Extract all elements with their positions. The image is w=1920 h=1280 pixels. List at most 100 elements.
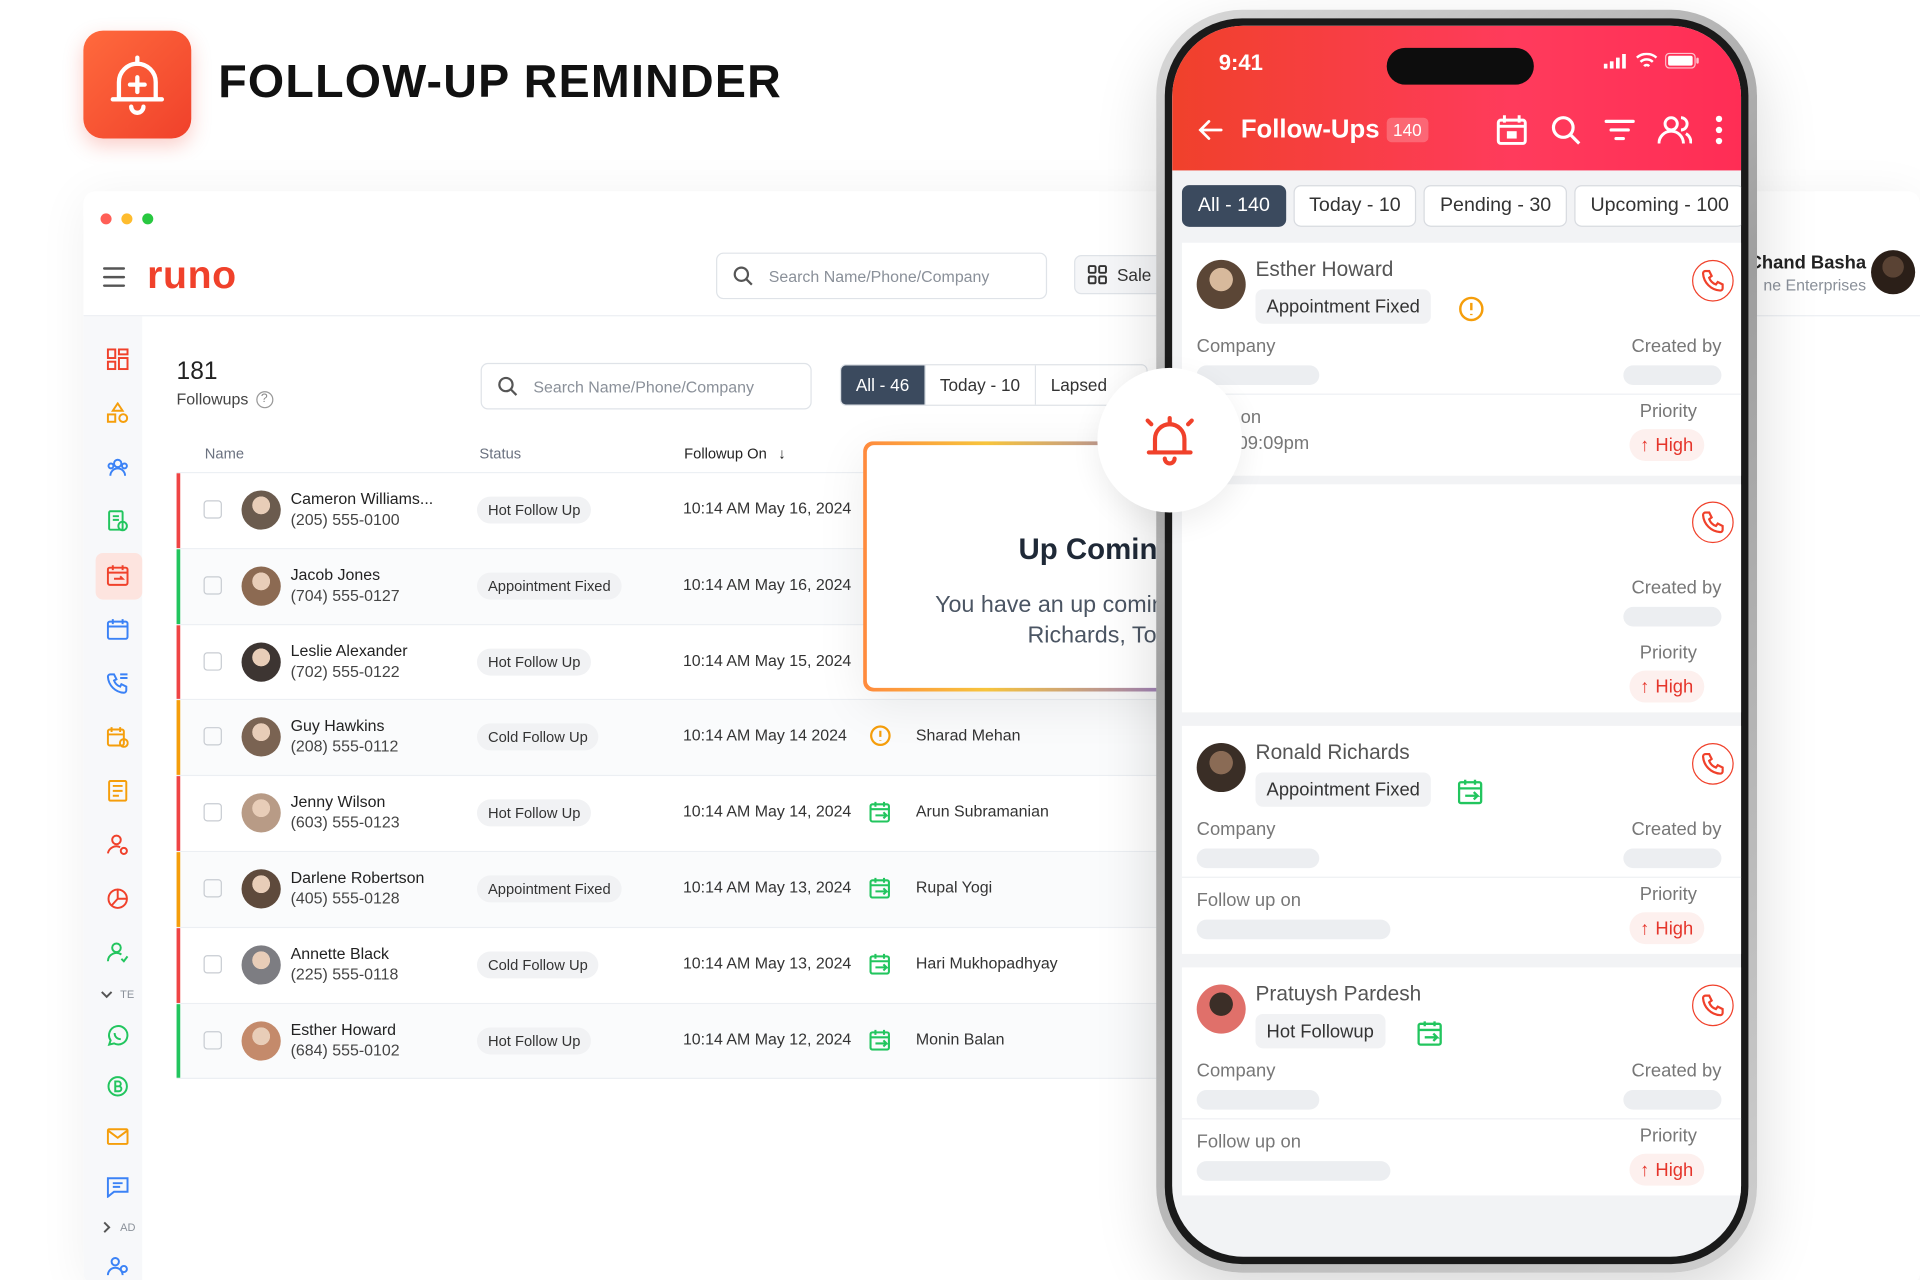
row-name[interactable]: Leslie Alexander bbox=[291, 641, 408, 659]
row-checkbox[interactable] bbox=[203, 651, 222, 671]
card-status: Appointment Fixed bbox=[1255, 289, 1431, 324]
pie-chart-icon[interactable] bbox=[107, 888, 129, 910]
chip-upcoming[interactable]: Upcoming - 100 bbox=[1574, 185, 1742, 227]
row-checkbox[interactable] bbox=[203, 576, 222, 595]
row-checkbox[interactable] bbox=[203, 954, 222, 974]
column-header-status[interactable]: Status bbox=[479, 444, 521, 461]
phone-title: Follow-Ups bbox=[1240, 115, 1380, 144]
battery-icon bbox=[1665, 52, 1699, 69]
user-info[interactable]: Chand Basha ne Enterprises bbox=[1749, 253, 1867, 295]
top-search-input[interactable]: Search Name/Phone/Company bbox=[716, 252, 1048, 300]
followup-card[interactable]: Created by Priority ↑ High bbox=[1181, 484, 1742, 713]
row-name[interactable]: Guy Hawkins bbox=[291, 717, 385, 735]
report-icon[interactable] bbox=[107, 780, 129, 802]
table-row[interactable]: Annette Black (225) 555-0118 Cold Follow U… bbox=[176, 927, 1182, 1004]
minimize-dot[interactable] bbox=[121, 213, 133, 225]
row-phone[interactable]: (684) 555-0102 bbox=[291, 1040, 400, 1058]
schedule-icon[interactable] bbox=[106, 726, 129, 748]
form-icon[interactable] bbox=[107, 510, 129, 532]
sidebar-section-ad[interactable]: AD bbox=[101, 1221, 136, 1233]
status-badge: Hot Follow Up bbox=[476, 496, 592, 524]
list-search-input[interactable]: Search Name/Phone/Company bbox=[480, 362, 812, 410]
avatar bbox=[241, 1020, 281, 1061]
row-checkbox[interactable] bbox=[203, 879, 222, 898]
whatsapp-icon[interactable] bbox=[107, 1025, 129, 1047]
row-phone[interactable]: (208) 555-0112 bbox=[291, 737, 399, 755]
team-icon[interactable] bbox=[1657, 114, 1693, 146]
popup-bell-badge bbox=[1097, 367, 1243, 513]
dashboard-icon[interactable] bbox=[106, 348, 129, 371]
phone-title-badge: 140 bbox=[1386, 117, 1428, 143]
avatar bbox=[1196, 259, 1246, 309]
followup-card[interactable]: Ronald Richards Appointment Fixed Compan… bbox=[1181, 725, 1742, 954]
call-log-icon[interactable] bbox=[106, 672, 129, 694]
followup-icon[interactable] bbox=[106, 564, 129, 586]
sidebar-section-te[interactable]: TE bbox=[101, 988, 134, 1000]
user-settings-icon[interactable] bbox=[106, 834, 129, 856]
row-checkbox[interactable] bbox=[203, 727, 222, 746]
user-check-icon[interactable] bbox=[106, 942, 129, 964]
row-name[interactable]: Cameron Williams... bbox=[291, 489, 434, 507]
table-row[interactable]: Darlene Robertson (405) 555-0128 Appointme… bbox=[176, 852, 1182, 928]
status-badge: Hot Follow Up bbox=[476, 648, 592, 676]
row-name[interactable]: Annette Black bbox=[291, 944, 389, 962]
search-icon[interactable] bbox=[1550, 114, 1582, 146]
row-phone[interactable]: (702) 555-0122 bbox=[291, 662, 400, 680]
bell-icon bbox=[1145, 416, 1194, 466]
team-icon[interactable] bbox=[107, 456, 129, 478]
menu-icon[interactable] bbox=[102, 267, 126, 293]
row-phone[interactable]: (405) 555-0128 bbox=[291, 889, 400, 907]
column-header-name[interactable]: Name bbox=[205, 444, 244, 461]
filter-tabs: All - 46 Today - 10 Lapsed bbox=[839, 364, 1148, 406]
row-name[interactable]: Esther Howard bbox=[291, 1020, 396, 1038]
status-color-bar bbox=[176, 624, 181, 700]
sidebar-section-ad-label: AD bbox=[120, 1221, 136, 1234]
filter-icon[interactable] bbox=[1604, 114, 1636, 146]
call-button[interactable] bbox=[1692, 984, 1734, 1027]
help-icon[interactable]: ? bbox=[255, 390, 273, 408]
table-row[interactable]: Esther Howard (684) 555-0102 Hot Follow Up… bbox=[176, 1003, 1182, 1080]
card-name: Ronald Richards bbox=[1255, 740, 1410, 764]
table-row[interactable]: Jenny Wilson (603) 555-0123 Hot Follow Up 1… bbox=[176, 776, 1182, 853]
chip-all[interactable]: All - 140 bbox=[1181, 185, 1286, 227]
more-vertical-icon[interactable] bbox=[1714, 114, 1724, 146]
created-by-placeholder bbox=[1623, 606, 1722, 627]
users-icon[interactable] bbox=[106, 1256, 129, 1278]
maximize-dot[interactable] bbox=[142, 213, 154, 225]
business-icon[interactable] bbox=[107, 1075, 129, 1097]
row-checkbox[interactable] bbox=[203, 500, 222, 519]
followup-card[interactable]: Esther Howard Appointment Fixed Company … bbox=[1181, 242, 1742, 476]
calendar-icon[interactable] bbox=[1496, 114, 1528, 146]
call-button[interactable] bbox=[1692, 259, 1734, 302]
call-button[interactable] bbox=[1692, 501, 1734, 544]
status-badge: Cold Follow Up bbox=[476, 723, 599, 751]
arrow-up-icon: ↑ bbox=[1640, 917, 1650, 939]
row-name[interactable]: Darlene Robertson bbox=[291, 868, 425, 886]
warning-icon bbox=[1459, 296, 1484, 322]
row-phone[interactable]: (225) 555-0118 bbox=[291, 965, 399, 983]
chip-today[interactable]: Today - 10 bbox=[1293, 185, 1417, 227]
row-checkbox[interactable] bbox=[203, 1030, 222, 1050]
row-checkbox[interactable] bbox=[203, 803, 222, 822]
message-icon[interactable] bbox=[106, 1176, 129, 1198]
row-name[interactable]: Jenny Wilson bbox=[291, 792, 386, 810]
row-phone[interactable]: (205) 555-0100 bbox=[291, 510, 400, 528]
column-header-followup-on[interactable]: Followup On ↓ bbox=[684, 444, 785, 461]
tab-today[interactable]: Today - 10 bbox=[925, 365, 1036, 405]
created-by-label: Created by bbox=[1631, 335, 1722, 357]
mail-icon[interactable] bbox=[106, 1126, 129, 1148]
close-dot[interactable] bbox=[100, 213, 112, 225]
row-phone[interactable]: (603) 555-0123 bbox=[291, 813, 400, 831]
calendar-icon[interactable] bbox=[106, 618, 129, 640]
row-phone[interactable]: (704) 555-0127 bbox=[291, 586, 400, 604]
chip-pending[interactable]: Pending - 30 bbox=[1424, 185, 1568, 227]
shapes-icon[interactable] bbox=[106, 402, 129, 424]
row-name[interactable]: Jacob Jones bbox=[291, 565, 381, 583]
row-followup-date: 10:14 AM May 13, 2024 bbox=[682, 953, 852, 973]
back-arrow-icon[interactable] bbox=[1197, 116, 1224, 143]
table-row[interactable]: Guy Hawkins (208) 555-0112 Cold Follow Up 1… bbox=[176, 700, 1182, 777]
tab-all[interactable]: All - 46 bbox=[841, 365, 926, 405]
avatar[interactable] bbox=[1871, 250, 1916, 295]
call-button[interactable] bbox=[1692, 743, 1734, 785]
followup-card[interactable]: Pratuysh Pardesh Hot Followup Company Cr… bbox=[1181, 967, 1742, 1196]
